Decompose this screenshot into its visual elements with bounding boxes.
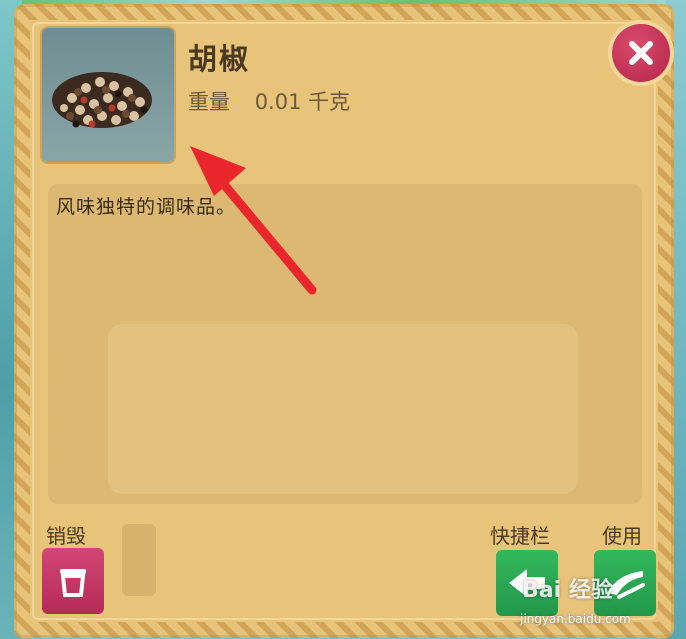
destroy-label: 销毁: [46, 524, 86, 548]
quickbar-label: 快捷栏: [490, 524, 550, 548]
item-detail-panel: 胡椒 重量 0.01 千克 风味独特的调味品。 销毁 快捷栏 使用: [14, 4, 674, 638]
close-button[interactable]: [612, 24, 670, 82]
watermark-logo: Bai 经验: [522, 578, 613, 603]
item-name: 胡椒: [188, 42, 251, 76]
item-thumbnail: [42, 28, 174, 162]
weight-label: 重量: [188, 90, 230, 114]
item-description: 风味独特的调味品。: [56, 196, 237, 218]
use-label: 使用: [602, 524, 642, 548]
pepper-pile-icon: [52, 72, 152, 128]
trash-icon: [60, 569, 86, 597]
close-icon: [629, 41, 653, 65]
empty-slot-ghost: [122, 524, 156, 596]
destroy-button[interactable]: [42, 548, 104, 614]
weight-value: 0.01 千克: [254, 90, 351, 114]
watermark-url: jingyan.baidu.com: [520, 612, 631, 626]
item-weight: 重量 0.01 千克: [188, 86, 368, 116]
description-box: [48, 184, 642, 504]
